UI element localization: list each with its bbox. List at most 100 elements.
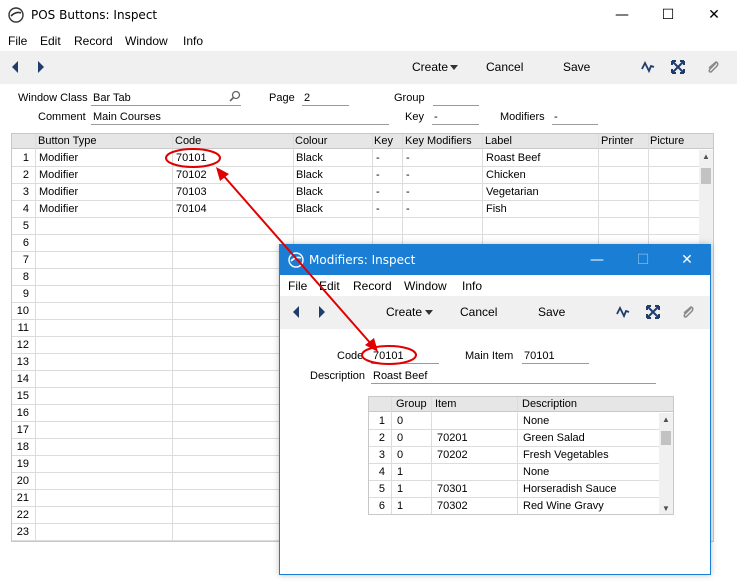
cell-colour[interactable]: Black	[296, 186, 323, 198]
page-field[interactable]: 2	[302, 91, 349, 106]
cell-group[interactable]: 0	[397, 449, 403, 461]
previous-record-icon[interactable]	[291, 305, 301, 319]
cell-item[interactable]: 70202	[437, 449, 468, 461]
col-printer[interactable]: Printer	[601, 135, 633, 147]
modifiers-save-button[interactable]: Save	[538, 305, 565, 319]
cell-desc[interactable]: Horseradish Sauce	[523, 483, 617, 495]
cell-keymod[interactable]: -	[406, 186, 410, 198]
code-field[interactable]: 70101	[371, 349, 439, 364]
scroll-up-icon[interactable]: ▲	[699, 152, 713, 161]
modifiers-minimize-button[interactable]: —	[574, 245, 620, 276]
create-dropdown-icon[interactable]	[450, 65, 458, 70]
activity-icon[interactable]	[641, 61, 655, 73]
col-colour[interactable]: Colour	[295, 135, 327, 147]
modifiers-close-button[interactable]: ✕	[664, 245, 710, 276]
cell-code[interactable]: 70104	[176, 203, 207, 215]
cell-group[interactable]: 1	[397, 483, 403, 495]
table-row[interactable]: 1 0 None	[369, 413, 659, 430]
cell-code[interactable]: 70102	[176, 169, 207, 181]
table-row[interactable]: 5	[12, 218, 699, 235]
col-description[interactable]: Description	[522, 398, 577, 410]
col-item[interactable]: Item	[435, 398, 456, 410]
save-button[interactable]: Save	[563, 60, 590, 74]
cell-colour[interactable]: Black	[296, 203, 323, 215]
menu-window[interactable]: Window	[404, 279, 447, 293]
cancel-button[interactable]: Cancel	[486, 60, 523, 74]
cell-item[interactable]: 70302	[437, 500, 468, 512]
cell-code[interactable]: 70103	[176, 186, 207, 198]
menu-file[interactable]: File	[288, 279, 307, 293]
attachment-icon[interactable]	[681, 304, 695, 320]
menu-file[interactable]: File	[8, 34, 27, 48]
menu-edit[interactable]: Edit	[40, 34, 61, 48]
cell-item[interactable]: 70301	[437, 483, 468, 495]
menu-record[interactable]: Record	[353, 279, 392, 293]
cell-type[interactable]: Modifier	[39, 169, 78, 181]
scroll-up-icon[interactable]: ▲	[659, 415, 673, 424]
menu-info[interactable]: Info	[183, 34, 203, 48]
expand-icon[interactable]	[646, 305, 660, 319]
table-row[interactable]: 4 1 None	[369, 464, 659, 481]
cell-type[interactable]: Modifier	[39, 203, 78, 215]
cell-label[interactable]: Chicken	[486, 169, 526, 181]
window-class-field[interactable]: Bar Tab	[91, 91, 241, 106]
main-item-field[interactable]: 70101	[522, 349, 589, 364]
table-row[interactable]: 2 Modifier 70102 Black - - Chicken	[12, 167, 699, 184]
cell-desc[interactable]: None	[523, 415, 549, 427]
cell-keymod[interactable]: -	[406, 203, 410, 215]
cell-type[interactable]: Modifier	[39, 152, 78, 164]
col-key[interactable]: Key	[374, 135, 393, 147]
cell-group[interactable]: 0	[397, 415, 403, 427]
cell-keymod[interactable]: -	[406, 152, 410, 164]
cell-item[interactable]: 70201	[437, 432, 468, 444]
scroll-down-icon[interactable]: ▼	[659, 504, 673, 513]
next-record-icon[interactable]	[36, 60, 46, 74]
cell-group[interactable]: 0	[397, 432, 403, 444]
minimize-button[interactable]: —	[599, 0, 645, 31]
menu-edit[interactable]: Edit	[319, 279, 340, 293]
modifiers-cancel-button[interactable]: Cancel	[460, 305, 497, 319]
modifiers-create-button[interactable]: Create	[386, 305, 422, 319]
cell-code[interactable]: 70101	[176, 152, 207, 164]
create-button[interactable]: Create	[412, 60, 448, 74]
activity-icon[interactable]	[616, 306, 630, 318]
cell-type[interactable]: Modifier	[39, 186, 78, 198]
cell-key[interactable]: -	[376, 169, 380, 181]
col-group[interactable]: Group	[396, 398, 427, 410]
cell-key[interactable]: -	[376, 152, 380, 164]
modifiers-grid-scrollbar[interactable]: ▲ ▼	[659, 413, 673, 514]
cell-desc[interactable]: None	[523, 466, 549, 478]
cell-key[interactable]: -	[376, 186, 380, 198]
cell-group[interactable]: 1	[397, 500, 403, 512]
previous-record-icon[interactable]	[10, 60, 20, 74]
maximize-button[interactable]: ☐	[645, 0, 691, 31]
col-label[interactable]: Label	[485, 135, 512, 147]
table-row[interactable]: 5 1 70301 Horseradish Sauce	[369, 481, 659, 498]
close-button[interactable]: ✕	[691, 0, 737, 31]
cell-colour[interactable]: Black	[296, 152, 323, 164]
table-row[interactable]: 3 0 70202 Fresh Vegetables	[369, 447, 659, 464]
expand-icon[interactable]	[671, 60, 685, 74]
col-key-modifiers[interactable]: Key Modifiers	[405, 135, 472, 147]
cell-label[interactable]: Fish	[486, 203, 507, 215]
cell-label[interactable]: Roast Beef	[486, 152, 540, 164]
col-button-type[interactable]: Button Type	[38, 135, 97, 147]
menu-record[interactable]: Record	[74, 34, 113, 48]
modifiers-maximize-button[interactable]: ☐	[620, 245, 666, 276]
comment-field[interactable]: Main Courses	[91, 110, 389, 125]
table-row[interactable]: 2 0 70201 Green Salad	[369, 430, 659, 447]
cell-colour[interactable]: Black	[296, 169, 323, 181]
cell-desc[interactable]: Green Salad	[523, 432, 585, 444]
cell-desc[interactable]: Fresh Vegetables	[523, 449, 609, 461]
modifiers-field[interactable]: -	[552, 110, 598, 125]
menu-info[interactable]: Info	[462, 279, 482, 293]
cell-group[interactable]: 1	[397, 466, 403, 478]
create-dropdown-icon[interactable]	[425, 310, 433, 315]
table-row[interactable]: 1 Modifier 70101 Black - - Roast Beef	[12, 150, 699, 167]
cell-label[interactable]: Vegetarian	[486, 186, 539, 198]
cell-key[interactable]: -	[376, 203, 380, 215]
menu-window[interactable]: Window	[125, 34, 168, 48]
key-field[interactable]: -	[432, 110, 479, 125]
table-row[interactable]: 4 Modifier 70104 Black - - Fish	[12, 201, 699, 218]
description-field[interactable]: Roast Beef	[371, 369, 656, 384]
